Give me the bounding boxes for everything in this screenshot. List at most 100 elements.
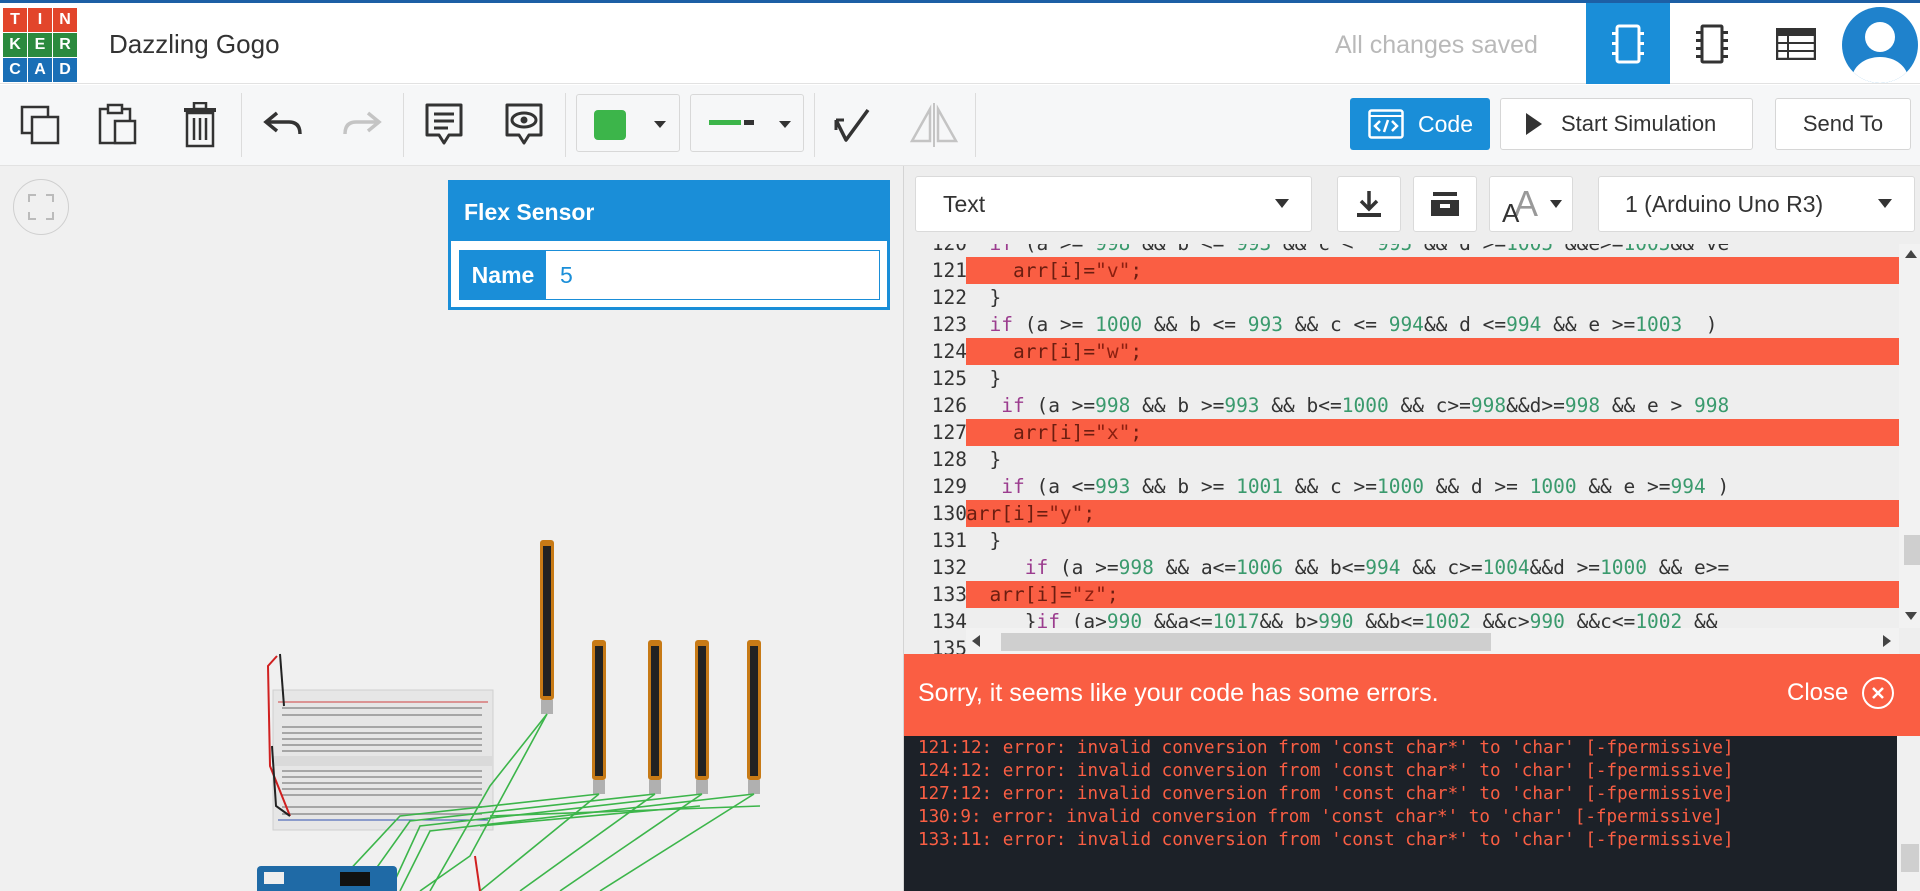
line-number: 133 bbox=[931, 583, 967, 606]
start-simulation-button[interactable]: Start Simulation bbox=[1500, 98, 1753, 150]
scroll-thumb[interactable] bbox=[1904, 535, 1920, 565]
code-line[interactable]: 131 } bbox=[904, 527, 1899, 554]
scroll-right-icon[interactable] bbox=[1883, 635, 1891, 647]
code-text: if (a >=998 && a<=1006 && b<=994 && c>=1… bbox=[1024, 556, 1730, 579]
flex-sensor[interactable] bbox=[648, 640, 662, 794]
code-line-error[interactable]: 130 arr[i]="y"; bbox=[904, 500, 1899, 527]
send-to-button[interactable]: Send To bbox=[1775, 98, 1911, 150]
line-number: 130 bbox=[931, 502, 967, 525]
code-line[interactable]: 122 } bbox=[904, 284, 1899, 311]
console-scrollbar[interactable] bbox=[1897, 736, 1920, 891]
redo-icon bbox=[343, 111, 382, 135]
download-code-button[interactable] bbox=[1337, 176, 1401, 232]
font-size-button[interactable]: A A bbox=[1489, 176, 1573, 232]
scroll-left-icon[interactable] bbox=[972, 635, 980, 647]
chevron-down-icon bbox=[1275, 199, 1289, 208]
notes-visibility-icon bbox=[505, 103, 543, 145]
code-text: arr[i]="x"; bbox=[966, 419, 1899, 446]
line-number: 123 bbox=[931, 313, 967, 336]
code-text: } bbox=[966, 448, 1002, 471]
undo-button[interactable] bbox=[243, 85, 323, 165]
board-select-value: 1 (Arduino Uno R3) bbox=[1625, 190, 1824, 217]
flex-sensor[interactable] bbox=[695, 640, 709, 794]
circuit-view-button[interactable] bbox=[1586, 3, 1670, 84]
name-field-row: Name 5 bbox=[459, 250, 880, 300]
start-simulation-label: Start Simulation bbox=[1561, 111, 1717, 136]
toolbar-divider bbox=[565, 93, 566, 157]
logo-letter: C bbox=[3, 58, 27, 82]
wire-style-picker[interactable] bbox=[690, 94, 804, 152]
flex-sensor[interactable] bbox=[747, 640, 761, 794]
toolbar-divider bbox=[241, 93, 242, 157]
main-toolbar: Code Start Simulation Send To bbox=[0, 85, 1920, 166]
code-button[interactable]: Code bbox=[1350, 98, 1490, 150]
delete-button[interactable] bbox=[160, 85, 240, 165]
flip-button[interactable] bbox=[894, 85, 974, 165]
flex-sensor[interactable] bbox=[540, 540, 554, 714]
paste-button[interactable] bbox=[78, 85, 158, 165]
library-button[interactable] bbox=[1413, 176, 1477, 232]
code-line[interactable]: 123 if (a >= 1000 && b <= 993 && c <= 99… bbox=[904, 311, 1899, 338]
component-list-view-button[interactable] bbox=[1754, 3, 1838, 84]
scroll-down-icon[interactable] bbox=[1905, 612, 1917, 620]
undo-icon bbox=[263, 111, 302, 135]
send-to-label: Send To bbox=[1802, 111, 1884, 136]
color-picker[interactable] bbox=[576, 94, 680, 152]
error-message: 130:9: error: invalid conversion from 'c… bbox=[918, 807, 1724, 827]
rotate-button[interactable] bbox=[812, 85, 892, 165]
code-line-error[interactable]: 121 arr[i]="v"; bbox=[904, 257, 1899, 284]
line-number: 128 bbox=[931, 448, 967, 471]
breadboard-icon bbox=[1612, 24, 1644, 63]
arduino-board[interactable] bbox=[257, 866, 397, 891]
code-line[interactable]: 129 if (a <=993 && b >= 1001 && c >=1000… bbox=[904, 473, 1899, 500]
code-line[interactable]: 125 } bbox=[904, 365, 1899, 392]
scroll-thumb[interactable] bbox=[1901, 844, 1919, 872]
toolbar-divider bbox=[975, 93, 976, 157]
circuit-canvas[interactable]: Flex Sensor Name 5 bbox=[0, 166, 903, 891]
line-number: 131 bbox=[931, 529, 967, 552]
code-button-label: Code bbox=[1418, 110, 1473, 137]
code-line-error[interactable]: 127 arr[i]="x"; bbox=[904, 419, 1899, 446]
download-icon bbox=[1357, 191, 1381, 217]
line-number: 135 bbox=[931, 637, 967, 654]
board-select[interactable]: 1 (Arduino Uno R3) bbox=[1598, 176, 1915, 232]
code-mode-select[interactable]: Text bbox=[915, 176, 1312, 232]
list-icon bbox=[1776, 27, 1816, 60]
logo-letter: N bbox=[53, 8, 77, 32]
code-text: arr[i]="z"; bbox=[966, 581, 1899, 608]
copy-button[interactable] bbox=[0, 85, 80, 165]
logo-letter: T bbox=[3, 8, 27, 32]
code-line[interactable]: 120 if (a >= 998 && b <= 993 && c < 995 … bbox=[904, 244, 1899, 257]
close-errors-button[interactable]: Close bbox=[1787, 677, 1895, 709]
code-line[interactable]: 128 } bbox=[904, 446, 1899, 473]
editor-horizontal-scrollbar[interactable] bbox=[966, 628, 1899, 654]
paste-icon bbox=[98, 103, 137, 145]
note-icon bbox=[425, 103, 463, 145]
code-text: if (a >=998 && b >=993 && b<=1000 && c>=… bbox=[1001, 394, 1730, 417]
line-number: 121 bbox=[931, 259, 967, 282]
error-console: 133:11: error: invalid conversion from '… bbox=[904, 736, 1920, 891]
code-mode-value: Text bbox=[943, 190, 986, 217]
name-field-input[interactable]: 5 bbox=[546, 251, 879, 299]
redo-button[interactable] bbox=[322, 85, 402, 165]
code-line[interactable]: 126 if (a >=998 && b >=993 && b<=1000 &&… bbox=[904, 392, 1899, 419]
add-note-button[interactable] bbox=[404, 85, 484, 165]
tinkercad-logo[interactable]: TIN KER CAD bbox=[3, 8, 77, 82]
editor-vertical-scrollbar[interactable] bbox=[1899, 244, 1920, 628]
scroll-thumb[interactable] bbox=[1001, 633, 1491, 651]
code-text: if (a >= 1000 && b <= 993 && c <= 994&& … bbox=[989, 313, 1718, 336]
app-header: TIN KER CAD Dazzling Gogo All changes save… bbox=[0, 3, 1920, 84]
user-avatar-icon[interactable] bbox=[1842, 7, 1918, 83]
wire-style-icon bbox=[709, 120, 741, 125]
project-title[interactable]: Dazzling Gogo bbox=[109, 29, 280, 60]
flex-sensor[interactable] bbox=[592, 640, 606, 794]
code-editor[interactable]: 135 134 }if (a>990 &&a<=1017&& b>990 &&b<… bbox=[904, 244, 1920, 654]
schematic-view-button[interactable] bbox=[1670, 3, 1754, 84]
scroll-up-icon[interactable] bbox=[1905, 250, 1917, 258]
toggle-notes-button[interactable] bbox=[484, 85, 564, 165]
logo-letter: A bbox=[28, 58, 52, 82]
code-line[interactable]: 132 if (a >=998 && a<=1006 && b<=994 && … bbox=[904, 554, 1899, 581]
code-text: } bbox=[966, 529, 1002, 552]
code-line-error[interactable]: 133 arr[i]="z"; bbox=[904, 581, 1899, 608]
code-line-error[interactable]: 124 arr[i]="w"; bbox=[904, 338, 1899, 365]
